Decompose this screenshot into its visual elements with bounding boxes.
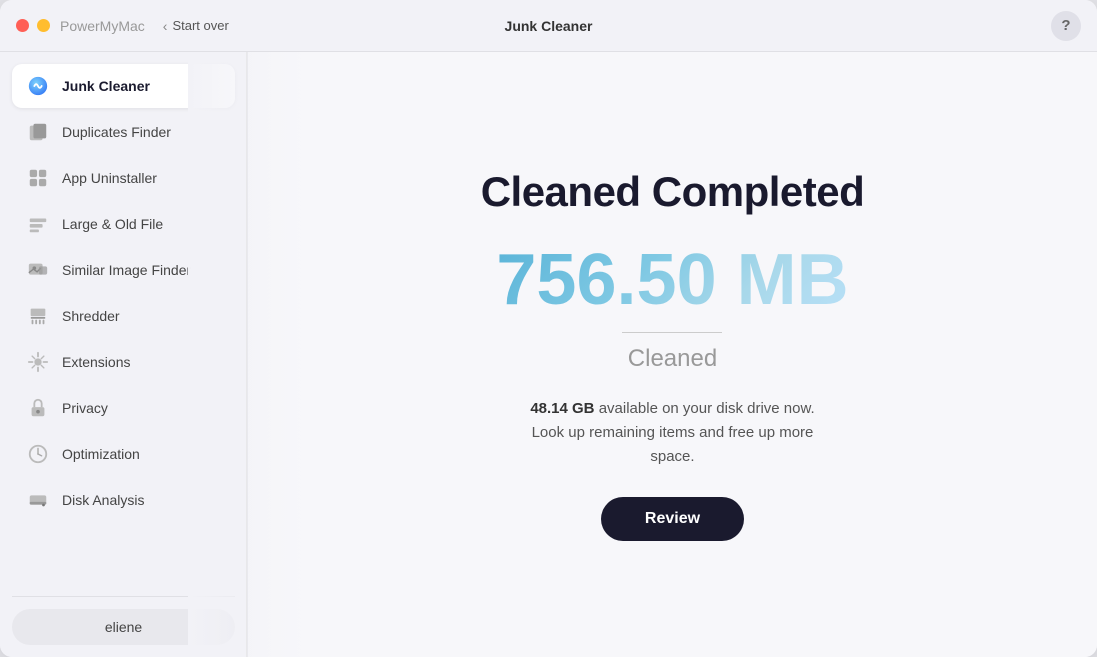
- sidebar-item-junk-cleaner[interactable]: Junk Cleaner: [12, 64, 235, 108]
- result-cleaned-label: Cleaned: [628, 345, 717, 373]
- title-bar: PowerMyMac ‹ Start over Junk Cleaner ?: [0, 0, 1097, 52]
- sidebar-item-privacy[interactable]: Privacy: [12, 386, 235, 430]
- sidebar-item-shredder[interactable]: Shredder: [12, 294, 235, 338]
- extensions-icon: [26, 350, 50, 374]
- app-uninstaller-icon: [26, 166, 50, 190]
- minimize-button[interactable]: [37, 19, 50, 32]
- disk-space-value: 48.14 GB: [530, 400, 594, 417]
- disk-analysis-icon: [26, 488, 50, 512]
- sidebar-label-shredder: Shredder: [62, 308, 120, 324]
- sidebar-footer: eliene: [12, 596, 235, 645]
- window-title: Junk Cleaner: [505, 18, 593, 34]
- divider-line: [622, 332, 722, 333]
- start-over-button[interactable]: ‹ Start over: [163, 18, 229, 34]
- junk-cleaner-icon: [26, 74, 50, 98]
- sidebar-label-disk-analysis: Disk Analysis: [62, 492, 144, 508]
- sidebar-label-similar-image-finder: Similar Image Finder: [62, 262, 191, 278]
- sidebar-label-duplicates-finder: Duplicates Finder: [62, 124, 171, 140]
- sidebar-label-junk-cleaner: Junk Cleaner: [62, 78, 150, 94]
- help-button[interactable]: ?: [1051, 11, 1081, 41]
- result-title: Cleaned Completed: [481, 168, 865, 216]
- sidebar-item-similar-image-finder[interactable]: Similar Image Finder: [12, 248, 235, 292]
- sidebar-item-extensions[interactable]: Extensions: [12, 340, 235, 384]
- sidebar-item-optimization[interactable]: Optimization: [12, 432, 235, 476]
- sidebar: Junk Cleaner Duplicates Finder: [0, 52, 248, 657]
- sidebar-item-app-uninstaller[interactable]: App Uninstaller: [12, 156, 235, 200]
- privacy-icon: [26, 396, 50, 420]
- result-amount: 756.50 MB: [496, 244, 848, 316]
- similar-image-finder-icon: [26, 258, 50, 282]
- result-card: Cleaned Completed 756.50 MB Cleaned 48.1…: [481, 168, 865, 541]
- sidebar-label-extensions: Extensions: [62, 354, 130, 370]
- duplicates-finder-icon: [26, 120, 50, 144]
- sidebar-item-disk-analysis[interactable]: Disk Analysis: [12, 478, 235, 522]
- sidebar-label-app-uninstaller: App Uninstaller: [62, 170, 157, 186]
- user-pill[interactable]: eliene: [12, 609, 235, 645]
- traffic-lights: [16, 19, 50, 32]
- result-description: 48.14 GB available on your disk drive no…: [512, 397, 832, 469]
- review-button[interactable]: Review: [601, 497, 744, 541]
- optimization-icon: [26, 442, 50, 466]
- content-area: Cleaned Completed 756.50 MB Cleaned 48.1…: [248, 52, 1097, 657]
- sidebar-label-large-old-file: Large & Old File: [62, 216, 163, 232]
- sidebar-items: Junk Cleaner Duplicates Finder: [12, 64, 235, 588]
- sidebar-label-privacy: Privacy: [62, 400, 108, 416]
- large-old-file-icon: [26, 212, 50, 236]
- sidebar-label-optimization: Optimization: [62, 446, 140, 462]
- close-button[interactable]: [16, 19, 29, 32]
- app-name: PowerMyMac: [60, 18, 145, 34]
- sidebar-item-large-old-file[interactable]: Large & Old File: [12, 202, 235, 246]
- main-content: Junk Cleaner Duplicates Finder: [0, 52, 1097, 657]
- chevron-left-icon: ‹: [163, 18, 168, 34]
- shredder-icon: [26, 304, 50, 328]
- sidebar-item-duplicates-finder[interactable]: Duplicates Finder: [12, 110, 235, 154]
- app-window: PowerMyMac ‹ Start over Junk Cleaner ?: [0, 0, 1097, 657]
